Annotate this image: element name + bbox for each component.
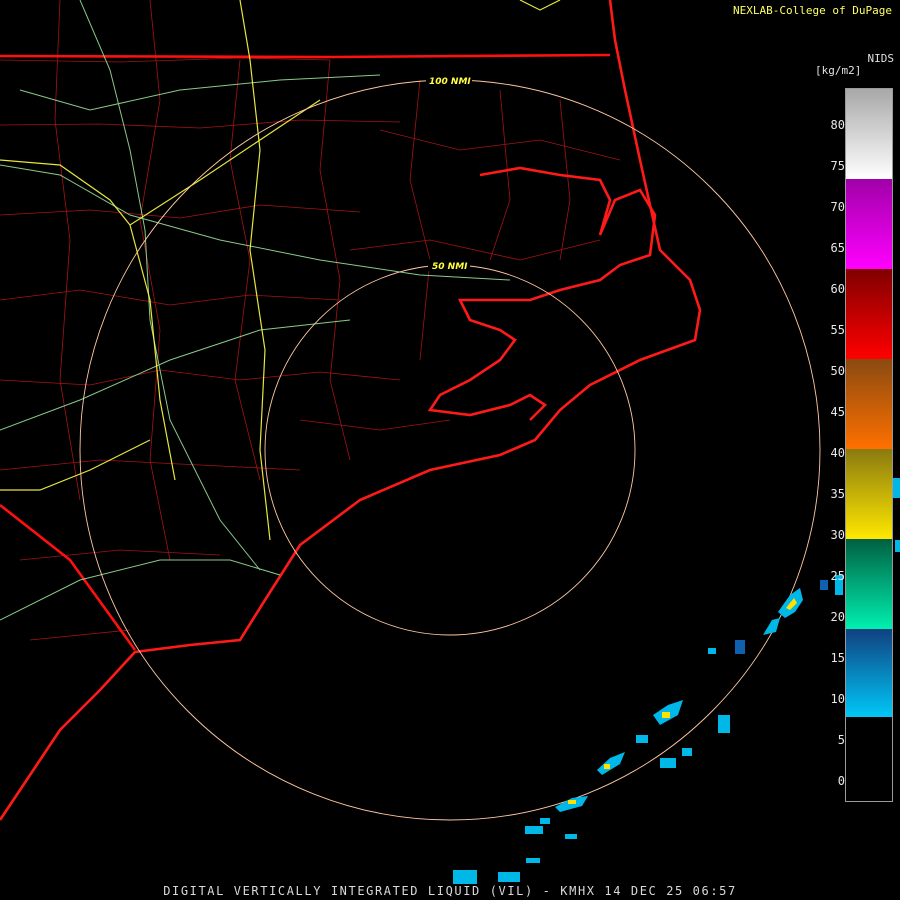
scale-ticks: 80 75 70 65 60 55 50 45 40 35 30 25 20 15 10 5 0 bbox=[815, 0, 845, 900]
scale-tick: 75 bbox=[830, 159, 845, 173]
echo-cell bbox=[708, 648, 716, 654]
scale-tick: 40 bbox=[830, 446, 845, 460]
scale-tick: 15 bbox=[830, 651, 845, 665]
echo-band-4 bbox=[597, 752, 625, 775]
scale-band-10-20 bbox=[846, 629, 892, 717]
product-label: NIDS bbox=[867, 52, 895, 65]
echo-cell bbox=[682, 748, 692, 756]
echo-cell bbox=[565, 834, 577, 839]
radar-map: 50 NMI 100 NMI bbox=[0, 0, 900, 884]
echo-cell bbox=[604, 764, 610, 769]
scale-tick: 5 bbox=[837, 733, 845, 747]
scale-tick: 10 bbox=[830, 692, 845, 706]
scale-tick: 35 bbox=[830, 487, 845, 501]
scale-tick: 45 bbox=[830, 405, 845, 419]
range-ring-100 bbox=[79, 79, 821, 821]
county-lines bbox=[0, 0, 621, 641]
echo-cell bbox=[568, 800, 576, 804]
range-ring-50 bbox=[264, 264, 636, 636]
scale-band-55-65 bbox=[846, 269, 892, 359]
echo-cell bbox=[662, 712, 670, 718]
state-borders bbox=[0, 53, 611, 651]
echo-cell bbox=[540, 818, 550, 824]
echo-cell bbox=[893, 478, 900, 498]
scale-band-65-75 bbox=[846, 179, 892, 269]
echo-cell bbox=[453, 870, 477, 884]
scale-band-20-30 bbox=[846, 539, 892, 629]
echo-cell bbox=[525, 826, 543, 834]
echo-cell bbox=[526, 858, 540, 863]
scale-tick: 80 bbox=[830, 118, 845, 132]
scale-tick: 30 bbox=[830, 528, 845, 542]
echo-band-2 bbox=[763, 618, 780, 635]
scale-tick: 20 bbox=[830, 610, 845, 624]
scale-band-30-40 bbox=[846, 449, 892, 539]
color-scale-legend bbox=[845, 88, 893, 802]
scale-band-75-80 bbox=[846, 89, 892, 179]
scale-tick: 50 bbox=[830, 364, 845, 378]
ring-label-100: 100 NMI bbox=[429, 77, 471, 87]
scale-tick: 0 bbox=[837, 774, 845, 788]
product-footer: DIGITAL VERTICALLY INTEGRATED LIQUID (VI… bbox=[163, 884, 737, 898]
scale-band-40-55 bbox=[846, 359, 892, 449]
range-rings bbox=[79, 79, 821, 821]
scale-tick: 70 bbox=[830, 200, 845, 214]
ring-label-50: 50 NMI bbox=[432, 262, 468, 272]
credit-label: NEXLAB-College of DuPage bbox=[733, 4, 892, 17]
echo-cell bbox=[636, 735, 648, 743]
scale-tick: 60 bbox=[830, 282, 845, 296]
echo-cell bbox=[735, 640, 745, 654]
echo-cell bbox=[895, 540, 900, 552]
highways bbox=[0, 0, 511, 621]
echo-cell bbox=[718, 715, 730, 733]
scale-tick: 65 bbox=[830, 241, 845, 255]
echo-cell bbox=[498, 872, 520, 882]
echo-cell bbox=[660, 758, 676, 768]
scale-tick: 25 bbox=[830, 569, 845, 583]
scale-band-0-10 bbox=[846, 717, 892, 801]
coastline bbox=[0, 0, 702, 821]
scale-tick: 55 bbox=[830, 323, 845, 337]
